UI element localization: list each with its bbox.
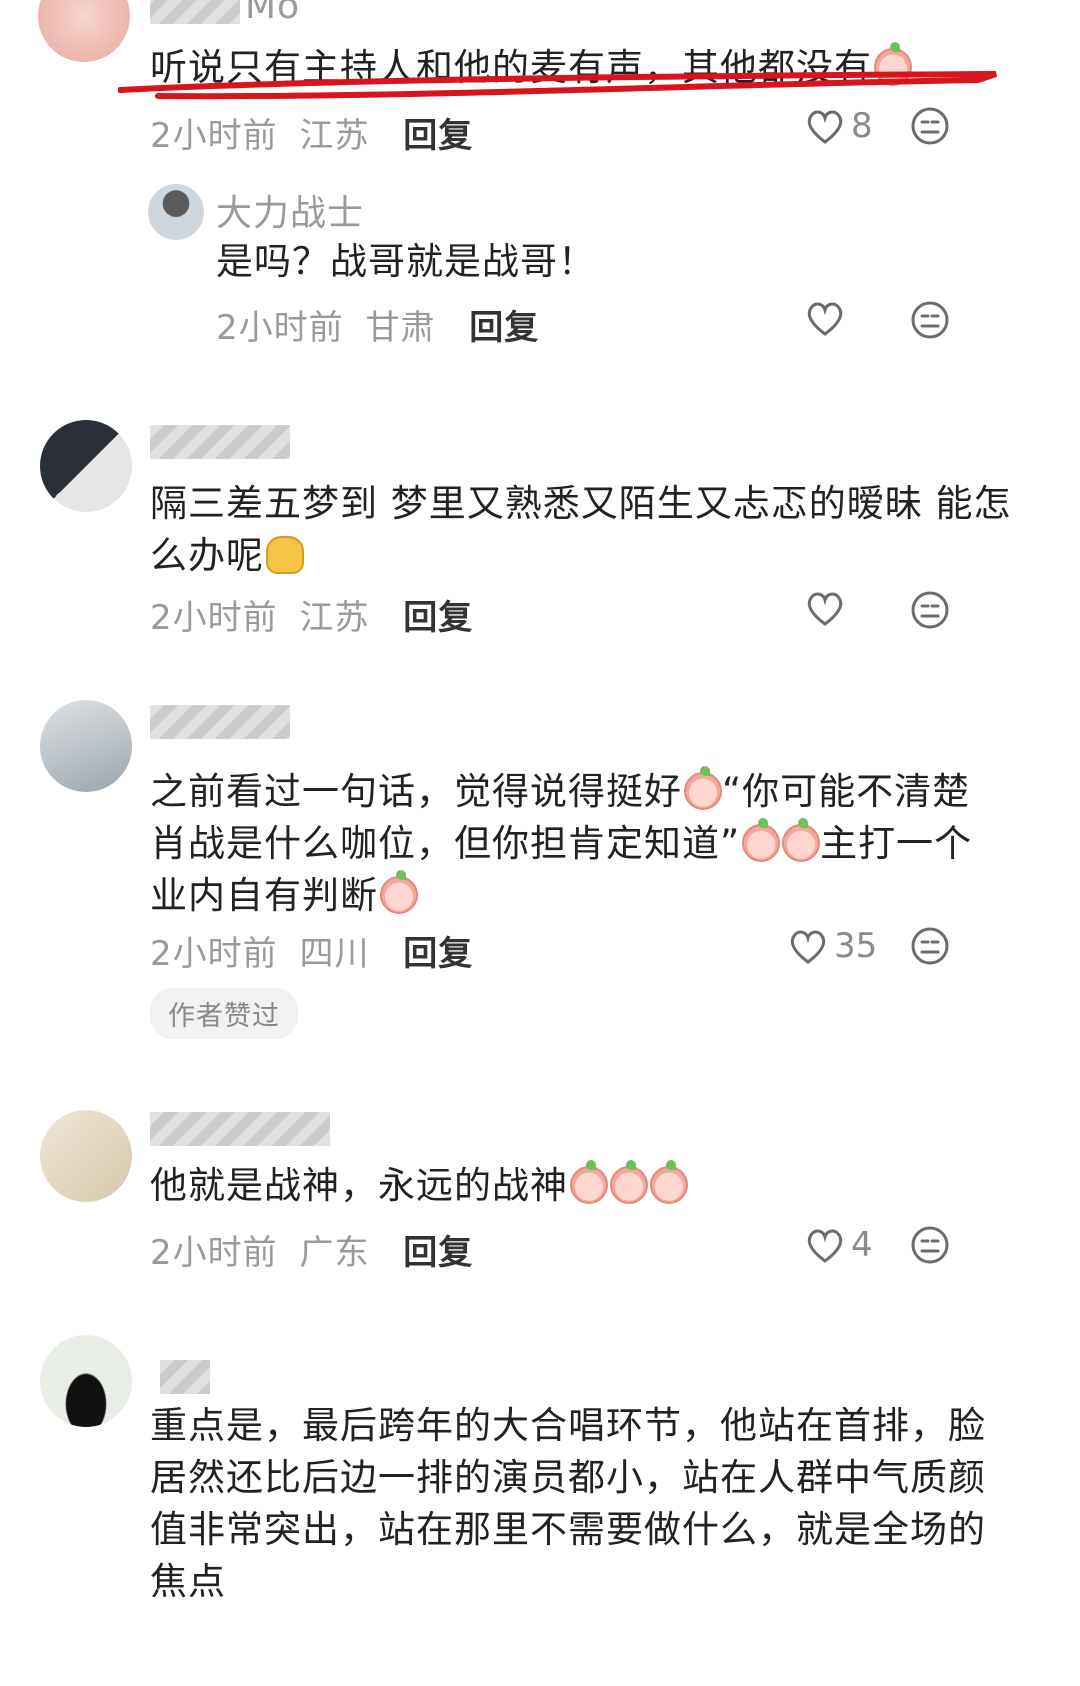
- comment-time: 2小时前: [216, 308, 344, 348]
- masked-username: [150, 1112, 330, 1146]
- comment-text: 隔三差五梦到 梦里又熟悉又陌生又忐忑的暧昧 能怎 么办呢: [150, 478, 1030, 582]
- comment-location: 四川: [299, 934, 370, 974]
- avatar[interactable]: [40, 1335, 132, 1427]
- reply-button[interactable]: 回复: [403, 934, 473, 974]
- comment-text: 他就是战神，永远的战神: [150, 1160, 688, 1212]
- heart-icon: [807, 110, 843, 144]
- comment-meta: 2小时前 甘肃 回复: [216, 300, 539, 349]
- comment-time: 2小时前: [150, 934, 278, 974]
- heart-icon: [790, 930, 826, 964]
- comment-text-line: 隔三差五梦到 梦里又熟悉又陌生又忐忑的暧昧 能怎: [150, 482, 1012, 525]
- author-liked-badge: 作者赞过: [150, 988, 298, 1039]
- like-button[interactable]: 35: [788, 926, 877, 966]
- avatar[interactable]: [148, 184, 204, 240]
- username[interactable]: Mo: [245, 0, 300, 27]
- comment-text-line: 居然还比后边一排的演员都小，站在人群中气质颜: [150, 1456, 986, 1499]
- like-count: 35: [834, 926, 878, 966]
- like-count: 4: [851, 1225, 873, 1265]
- dislike-icon[interactable]: [910, 300, 950, 340]
- heart-icon: [807, 302, 843, 336]
- comment-time: 2小时前: [150, 1233, 278, 1273]
- comment-location: 甘肃: [365, 308, 436, 348]
- comment-text: 重点是，最后跨年的大合唱环节，他站在首排，脸 居然还比后边一排的演员都小，站在人…: [150, 1400, 1030, 1608]
- comment-text-line: 重点是，最后跨年的大合唱环节，他站在首排，脸: [150, 1404, 986, 1447]
- comment-meta: 2小时前 江苏 回复: [150, 590, 473, 639]
- comment-time: 2小时前: [150, 598, 278, 638]
- comment-text-line: 焦点: [150, 1560, 226, 1603]
- dislike-icon[interactable]: [910, 590, 950, 630]
- comment-text-content: 肖战是什么咖位，但你担肯定知道”: [150, 822, 741, 865]
- comment-text-line: 值非常突出，站在那里不需要做什么，就是全场的: [150, 1508, 986, 1551]
- like-count: 8: [851, 106, 873, 146]
- avatar[interactable]: [38, 0, 130, 62]
- dislike-icon[interactable]: [910, 106, 950, 146]
- comment-text-line: 么办呢: [150, 530, 1030, 582]
- comment-meta: 2小时前 江苏 回复: [150, 108, 473, 157]
- comment-location: 江苏: [299, 116, 370, 156]
- masked-username: [160, 1360, 210, 1394]
- masked-username: [150, 425, 290, 459]
- peach-emoji-icon: [742, 818, 781, 862]
- comment-location: 江苏: [299, 598, 370, 638]
- heart-icon: [807, 592, 843, 626]
- comment-text: 是吗？战哥就是战哥！: [216, 240, 596, 283]
- reply-button[interactable]: 回复: [469, 308, 539, 348]
- dislike-icon[interactable]: [910, 1225, 950, 1265]
- peach-emoji-icon: [782, 818, 821, 862]
- comment-text-content: “你可能不清楚: [722, 770, 971, 813]
- like-button[interactable]: [805, 300, 845, 336]
- comment-meta: 2小时前 四川 回复: [150, 926, 473, 975]
- like-button[interactable]: 8: [805, 106, 873, 146]
- comment-time: 2小时前: [150, 116, 278, 156]
- comment-text-content: 么办呢: [150, 534, 264, 577]
- dislike-icon[interactable]: [910, 926, 950, 966]
- username[interactable]: 大力战士: [216, 184, 364, 236]
- masked-username: [150, 705, 290, 739]
- comment-text-line: 业内自有判断: [150, 870, 1030, 922]
- comment-text-line: 肖战是什么咖位，但你担肯定知道” 主打一个: [150, 818, 1030, 870]
- comment-text-line: 之前看过一句话，觉得说得挺好 “你可能不清楚: [150, 766, 1030, 818]
- peach-emoji-icon: [570, 1160, 608, 1204]
- comment-text: 之前看过一句话，觉得说得挺好 “你可能不清楚 肖战是什么咖位，但你担肯定知道” 主打…: [150, 766, 1030, 922]
- peach-emoji-icon: [650, 1160, 688, 1204]
- peach-emoji-icon: [610, 1160, 648, 1204]
- avatar[interactable]: [40, 420, 132, 512]
- peach-emoji-icon: [380, 870, 418, 914]
- comment-location: 广东: [299, 1233, 370, 1273]
- shrug-emoji-icon: [266, 536, 304, 574]
- avatar[interactable]: [40, 1110, 132, 1202]
- comment-text-content: 他就是战神，永远的战神: [150, 1164, 568, 1207]
- comment-text-content: 主打一个: [820, 822, 973, 865]
- comment-meta: 2小时前 广东 回复: [150, 1225, 473, 1274]
- reply-button[interactable]: 回复: [403, 116, 473, 156]
- comment-text-content: 之前看过一句话，觉得说得挺好: [150, 770, 682, 813]
- avatar[interactable]: [40, 700, 132, 792]
- comment-text-content: 业内自有判断: [150, 874, 378, 917]
- like-button[interactable]: [805, 590, 845, 626]
- heart-icon: [807, 1229, 843, 1263]
- like-button[interactable]: 4: [805, 1225, 873, 1265]
- masked-username: [150, 0, 240, 24]
- reply-button[interactable]: 回复: [403, 1233, 473, 1273]
- peach-emoji-icon: [684, 766, 722, 810]
- red-underline-mark: [118, 71, 997, 100]
- reply-button[interactable]: 回复: [403, 598, 473, 638]
